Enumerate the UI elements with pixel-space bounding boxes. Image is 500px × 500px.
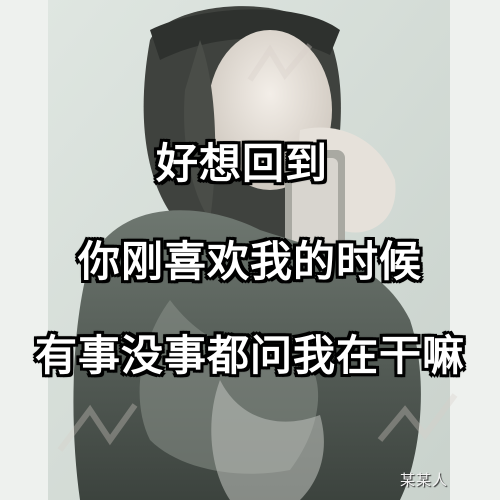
caption-line-1: 好想回到 (155, 139, 328, 188)
caption-line-3: 有事没事都问我在干嘛 (34, 331, 465, 380)
meme-image: 好想回到 你刚喜欢我的时候 有事没事都问我在干嘛 某某人 (0, 0, 500, 500)
signature-text: 某某人 (399, 471, 448, 489)
caption-line-2: 你刚喜欢我的时候 (77, 237, 422, 286)
